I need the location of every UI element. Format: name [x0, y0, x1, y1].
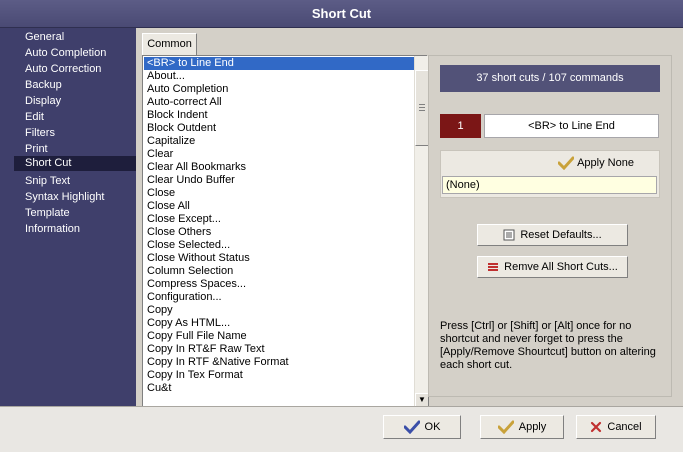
list-item[interactable]: Close Selected... [144, 239, 414, 252]
chevron-down-icon: ▼ [418, 395, 426, 404]
sidebar: General Auto Completion Auto Correction … [0, 28, 136, 406]
tab-common[interactable]: Common [142, 33, 197, 55]
sidebar-item-display[interactable]: Display [14, 94, 136, 109]
list-item[interactable]: Auto-correct All [144, 96, 414, 109]
sidebar-item-information[interactable]: Information [14, 222, 136, 237]
list-item[interactable]: Compress Spaces... [144, 278, 414, 291]
list-item[interactable]: Close [144, 187, 414, 200]
apply-button[interactable]: Apply [480, 415, 564, 439]
reset-defaults-button[interactable]: Reset Defaults... [477, 224, 628, 246]
list-item[interactable]: Clear [144, 148, 414, 161]
list-item[interactable]: <BR> to Line End [144, 57, 414, 70]
apply-none-button[interactable]: Apply None [557, 154, 638, 172]
command-list-panel: <BR> to Line End About... Auto Completion A… [142, 55, 429, 407]
grip-line [419, 110, 425, 111]
list-item[interactable]: Configuration... [144, 291, 414, 304]
help-text: Press [Ctrl] or [Shift] or [Alt] once fo… [440, 320, 656, 371]
checkmark-icon [403, 420, 420, 435]
apply-none-label: Apply None [577, 157, 634, 170]
ok-button[interactable]: OK [383, 415, 461, 439]
sidebar-item-backup[interactable]: Backup [14, 78, 136, 93]
shortcut-key-field[interactable]: (None) [442, 176, 657, 194]
sidebar-item-syntax-highlight[interactable]: Syntax Highlight [14, 190, 136, 205]
list-item[interactable]: About... [144, 70, 414, 83]
list-item[interactable]: Copy Full File Name [144, 330, 414, 343]
command-name-field: <BR> to Line End [484, 114, 659, 138]
list-item[interactable]: Capitalize [144, 135, 414, 148]
sidebar-item-print[interactable]: Print [14, 142, 136, 157]
list-item[interactable]: Clear Undo Buffer [144, 174, 414, 187]
ok-label: OK [424, 421, 441, 434]
sidebar-item-filters[interactable]: Filters [14, 126, 136, 141]
checkmark-icon [557, 156, 575, 171]
reset-defaults-label: Reset Defaults... [520, 229, 602, 242]
command-number: 1 [440, 114, 481, 138]
list-item[interactable]: Block Indent [144, 109, 414, 122]
remove-all-shortcuts-label: Remve All Short Cuts... [504, 261, 618, 274]
remove-list-icon [488, 263, 499, 272]
close-icon [591, 421, 602, 433]
window-title: Short Cut [0, 0, 683, 28]
sidebar-item-template[interactable]: Template [14, 206, 136, 221]
apply-label: Apply [518, 421, 547, 434]
cancel-label: Cancel [607, 421, 642, 434]
list-item[interactable]: Cu&t [144, 382, 414, 395]
list-item[interactable]: Copy As HTML... [144, 317, 414, 330]
list-item[interactable]: Clear All Bookmarks [144, 161, 414, 174]
list-item[interactable]: Close Without Status [144, 252, 414, 265]
list-item[interactable]: Copy In RTF &Native Format [144, 356, 414, 369]
sidebar-item-auto-correction[interactable]: Auto Correction [14, 62, 136, 77]
summary-bar: 37 short cuts / 107 commands [440, 65, 660, 92]
scrollbar-thumb[interactable] [415, 70, 429, 146]
list-icon [503, 229, 515, 241]
list-item[interactable]: Copy In RT&F Raw Text [144, 343, 414, 356]
list-item[interactable]: Close Except... [144, 213, 414, 226]
list-item[interactable]: Auto Completion [144, 83, 414, 96]
remove-all-shortcuts-button[interactable]: Remve All Short Cuts... [477, 256, 628, 278]
list-item[interactable]: Close Others [144, 226, 414, 239]
sidebar-item-general[interactable]: General [14, 30, 136, 45]
command-listbox[interactable]: <BR> to Line End About... Auto Completion A… [144, 57, 414, 406]
checkmark-icon [497, 420, 514, 435]
grip-line [419, 107, 425, 108]
grip-line [419, 104, 425, 105]
vertical-scrollbar[interactable]: ▼ [414, 56, 429, 407]
sidebar-item-edit[interactable]: Edit [14, 110, 136, 125]
list-item[interactable]: Column Selection [144, 265, 414, 278]
sidebar-item-snip-text[interactable]: Snip Text [14, 174, 136, 189]
sidebar-item-auto-completion[interactable]: Auto Completion [14, 46, 136, 61]
list-item[interactable]: Close All [144, 200, 414, 213]
list-item[interactable]: Copy In Tex Format [144, 369, 414, 382]
scroll-down-button[interactable]: ▼ [415, 393, 429, 407]
list-item[interactable]: Block Outdent [144, 122, 414, 135]
sidebar-item-short-cut[interactable]: Short Cut [14, 156, 136, 171]
list-item[interactable]: Copy [144, 304, 414, 317]
cancel-button[interactable]: Cancel [576, 415, 656, 439]
